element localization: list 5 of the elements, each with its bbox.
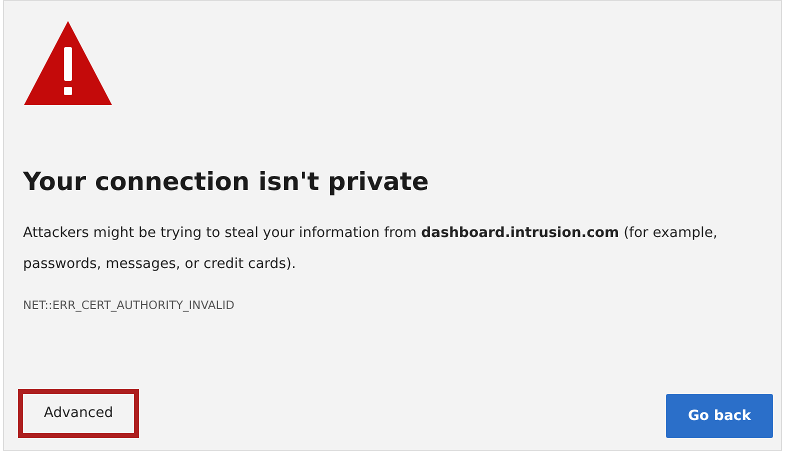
page-heading: Your connection isn't private — [23, 167, 430, 196]
warning-icon — [24, 21, 112, 105]
warning-message: Attackers might be trying to steal your information from dashboard.intrusion.com (for example, passwords, messages, or credit cards). — [23, 224, 718, 274]
error-code: NET::ERR_CERT_AUTHORITY_INVALID — [23, 298, 236, 312]
go-back-button[interactable]: Go back — [666, 394, 773, 438]
